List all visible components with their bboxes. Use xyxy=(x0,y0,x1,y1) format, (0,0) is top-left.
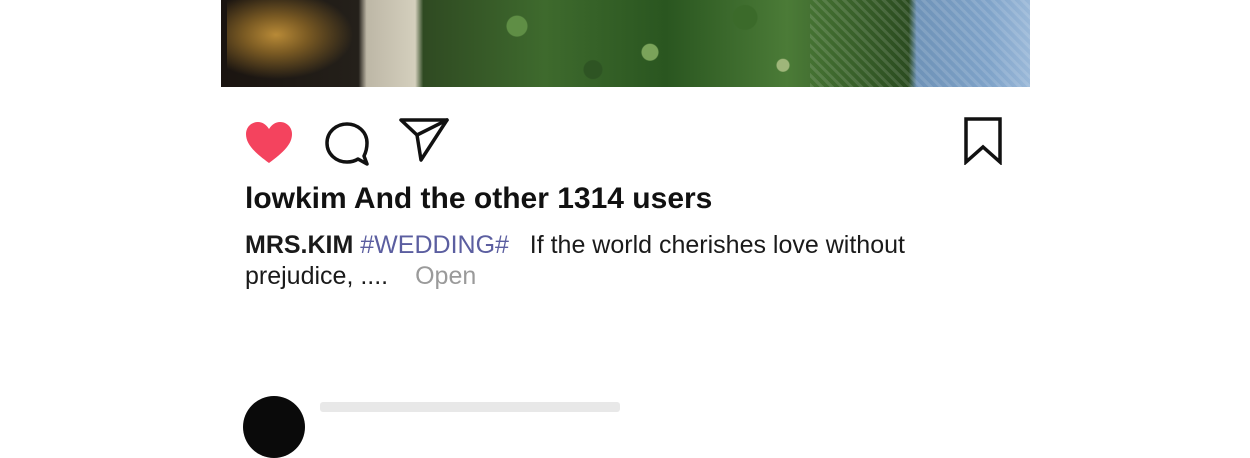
post-image-lace-dress xyxy=(810,0,1030,87)
post-action-bar xyxy=(244,117,1004,167)
likes-summary[interactable]: lowkim And the other 1314 users xyxy=(245,182,712,216)
caption-hashtag[interactable]: #WEDDING# xyxy=(360,231,509,259)
post-image-dragon-embroidery xyxy=(227,0,367,87)
next-post-avatar[interactable] xyxy=(243,396,305,458)
caption-username[interactable]: MRS.KIM xyxy=(245,231,353,259)
comment-bubble-icon[interactable] xyxy=(324,120,370,166)
bookmark-icon[interactable] xyxy=(963,117,1003,165)
next-post-username-placeholder xyxy=(320,402,620,412)
post-caption: MRS.KIM #WEDDING# If the world cherishes… xyxy=(245,230,945,292)
send-paper-plane-icon[interactable] xyxy=(399,117,449,163)
heart-filled-icon[interactable] xyxy=(244,121,294,165)
post-image-foliage xyxy=(441,0,821,87)
caption-open-link[interactable]: Open xyxy=(415,262,476,290)
post-image[interactable] xyxy=(221,0,1030,87)
